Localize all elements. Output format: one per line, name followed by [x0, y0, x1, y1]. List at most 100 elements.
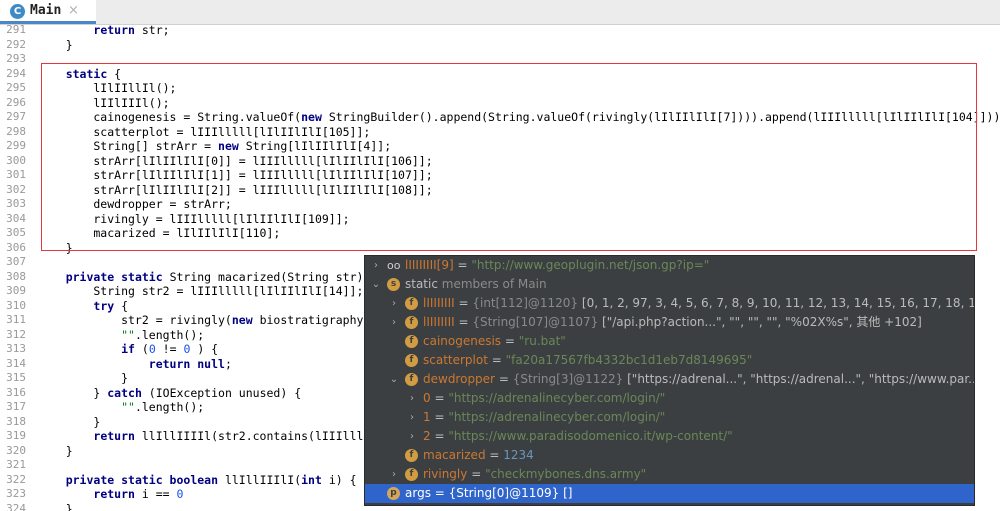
line-number: 306 [6, 240, 26, 254]
line-number: 312 [6, 327, 26, 341]
variable-type: members of Main [437, 277, 547, 291]
line-number: 307 [6, 255, 26, 268]
code-text: return str; [38, 25, 170, 38]
line-number: 316 [6, 385, 26, 399]
expand-right-icon[interactable]: › [407, 408, 417, 427]
field-icon: f [405, 354, 418, 367]
variable-row[interactable]: p args = {String[0]@1109} [] [365, 484, 974, 503]
code-token: String macarized(String str) { [162, 269, 378, 284]
code-text: } [38, 38, 73, 53]
variable-eq: = [453, 258, 472, 272]
expand-right-icon[interactable]: › [407, 389, 417, 408]
code-token: i) { [321, 472, 357, 487]
variable-row[interactable]: f cainogenesis = "ru.bat" [365, 332, 974, 351]
variable-row[interactable]: › f rivingly = "checkmybones.dns.army" [365, 465, 974, 484]
variable-text: lIIIIIIII[9] = "http://www.geoplugin.net… [405, 256, 709, 275]
code-token: return [93, 487, 135, 501]
variable-row[interactable]: › oo lIIIIIIII[9] = "http://www.geoplugin.… [365, 256, 974, 275]
expand-right-icon[interactable]: › [407, 427, 417, 446]
line-number: 311 [6, 313, 26, 326]
tab-main[interactable]: C Main × [0, 0, 96, 24]
code-token: } [38, 443, 73, 458]
line-number: 299 [6, 139, 26, 152]
variable-type: {String[107]@1107} [472, 315, 603, 329]
field-icon: f [405, 335, 418, 348]
variable-row[interactable]: f macarized = 1234 [365, 446, 974, 465]
variable-row[interactable]: f scatterplot = "fa20a17567fb4332bc1d1eb7… [365, 351, 974, 370]
line-number: 318 [6, 414, 26, 428]
code-token: private static boolean [65, 472, 219, 487]
variable-val: "https://adrenalinecyber.com/login/" [448, 410, 666, 424]
variable-eq: = [495, 372, 513, 386]
line-number: 321 [6, 458, 26, 471]
code-token: String str2 = lIIIlllll[lIlIIlIlI[14]]; [38, 284, 364, 298]
variable-row[interactable]: › 1 = "https://adrenalinecyber.com/login/… [365, 408, 974, 427]
variable-text: 1 = "https://adrenalinecyber.com/login/" [423, 408, 665, 427]
code-text: try { [38, 299, 128, 314]
variable-name: lIIIIIIII [423, 315, 455, 329]
line-number: 294 [6, 66, 26, 80]
code-token: int [301, 472, 322, 487]
variable-val: {String[0]@1109} [] [448, 486, 573, 500]
code-text: return llIllIIIIl(str2.contains(lIIIllll… [38, 429, 377, 444]
variable-name: lIIIIIIII[9] [405, 258, 454, 272]
line-number: 317 [6, 400, 26, 413]
line-number: 324 [6, 501, 26, 511]
expand-down-icon[interactable]: ⌄ [371, 275, 381, 294]
line-number: 297 [6, 110, 26, 123]
line-number: 323 [6, 487, 26, 500]
code-token: } [38, 37, 73, 52]
code-token: new [231, 313, 253, 327]
variable-row[interactable]: ⌄ f dewdropper = {String[3]@1122} ["https:… [365, 370, 974, 389]
variable-eq: = [485, 448, 504, 462]
variable-type: {int[112]@1120} [472, 296, 582, 310]
code-token: 0 [176, 487, 184, 501]
expand-right-icon[interactable]: › [389, 313, 399, 332]
line-number: 302 [6, 182, 26, 196]
variable-text: macarized = 1234 [423, 446, 534, 465]
line-number: 292 [6, 37, 26, 51]
code-token: str2 = rivingly( [38, 313, 232, 327]
variable-name: args [405, 486, 431, 500]
code-text: } [38, 415, 100, 430]
expand-down-icon[interactable]: ⌄ [389, 370, 399, 389]
code-token: return [93, 25, 135, 37]
line-number: 320 [6, 443, 26, 457]
field-icon: f [405, 468, 418, 481]
expand-right-icon[interactable]: › [389, 294, 399, 313]
code-token: try [93, 298, 115, 313]
variable-text: rivingly = "checkmybones.dns.army" [423, 465, 646, 484]
code-token: llIllIIIIl(str2.contains(lIIIlllll [134, 429, 378, 443]
code-text: return null; [38, 357, 232, 372]
variable-row[interactable]: › f lIIIIIIII = {int[112]@1120} [0, 1, 2, … [365, 294, 974, 313]
line-number: 291 [6, 25, 26, 36]
variable-name: 2 [423, 429, 431, 443]
variable-row[interactable]: › 0 = "https://adrenalinecyber.com/login/… [365, 389, 974, 408]
code-token: { [114, 298, 129, 313]
expand-right-icon[interactable]: › [371, 256, 381, 275]
line-number: 310 [6, 298, 26, 312]
code-text: if (0 != 0 ) { [38, 342, 218, 357]
expand-right-icon[interactable]: › [389, 465, 399, 484]
class-icon: C [10, 4, 25, 19]
variable-eq: = [501, 334, 519, 348]
variable-eq: = [454, 296, 473, 310]
debug-variables-popup[interactable]: › oo lIIIIIIII[9] = "http://www.geoplugin.… [364, 255, 975, 506]
variable-row[interactable]: › 2 = "https://www.paradisodomenico.it/wp… [365, 427, 974, 446]
field-icon: f [405, 373, 418, 386]
variable-name: 0 [423, 391, 431, 405]
variable-name: dewdropper [423, 372, 495, 386]
variable-row[interactable]: ⌄ s static members of Main [365, 275, 974, 294]
code-token: str; [134, 25, 170, 37]
variable-type: {String[3]@1122} [512, 372, 628, 386]
variable-row[interactable]: › f lIIIIIIII = {String[107]@1107} ["/api.… [365, 313, 974, 332]
close-icon[interactable]: × [68, 3, 79, 18]
field-icon: f [405, 297, 418, 310]
variable-name: static [405, 277, 438, 291]
variable-val: ["https://adrenal...", "https://adrenal.… [627, 372, 974, 386]
line-number: 300 [6, 153, 26, 167]
